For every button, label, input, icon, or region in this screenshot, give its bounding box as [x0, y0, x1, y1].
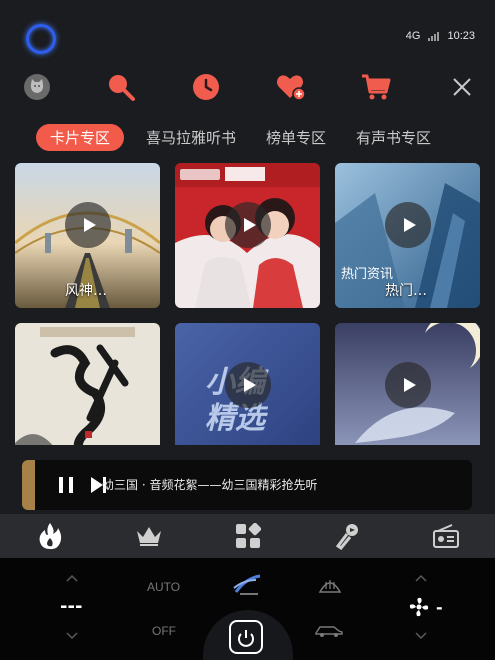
- close-button[interactable]: [445, 70, 479, 104]
- auto-button[interactable]: AUTO: [147, 580, 180, 594]
- power-icon: [238, 630, 254, 647]
- home-button[interactable]: [229, 620, 263, 654]
- fire-icon: [39, 523, 62, 550]
- card-item[interactable]: 热门资讯 热门…: [335, 163, 480, 308]
- off-button[interactable]: OFF: [152, 624, 176, 638]
- microphone-icon: [335, 524, 358, 550]
- cart-icon: [362, 74, 391, 100]
- left-temp-value: ---: [60, 596, 83, 617]
- fan-level-value: -: [436, 598, 443, 617]
- play-icon[interactable]: [384, 202, 431, 249]
- category-tabs: 卡片专区 喜马拉雅听书 榜单专区 有声书专区: [36, 123, 461, 151]
- now-playing-thumbnail[interactable]: [22, 460, 35, 510]
- windshield-defrost-icon[interactable]: [318, 576, 342, 594]
- nav-karaoke[interactable]: [332, 521, 362, 551]
- nav-apps[interactable]: [233, 521, 263, 551]
- clock: 10:23: [447, 30, 475, 42]
- nav-vip[interactable]: [134, 521, 164, 551]
- apps-grid-icon: [236, 523, 261, 548]
- avatar[interactable]: [24, 74, 50, 100]
- tab-ximalaya-audiobooks[interactable]: 喜马拉雅听书: [146, 127, 236, 148]
- fan-up-icon[interactable]: [415, 574, 427, 582]
- search-button[interactable]: [104, 70, 138, 104]
- tab-audiobook-zone[interactable]: 有声书专区: [356, 127, 431, 148]
- network-label: 4G: [405, 30, 421, 42]
- cat-avatar-icon: [30, 79, 44, 93]
- now-playing-title: 幼三国 · 音频花絮——幼三国精彩抢先听: [102, 478, 318, 492]
- nav-radio[interactable]: [431, 521, 461, 551]
- card-title: 风神…: [65, 283, 107, 299]
- card-title: 热门…: [385, 283, 427, 299]
- fan-icon: [409, 597, 429, 617]
- radio-icon: [433, 524, 459, 548]
- card-item[interactable]: [335, 323, 480, 445]
- pause-icon[interactable]: [59, 477, 73, 493]
- fan-down-icon[interactable]: [415, 632, 427, 640]
- play-icon[interactable]: [64, 202, 111, 249]
- card-item[interactable]: [175, 163, 320, 308]
- tab-rankings[interactable]: 榜单专区: [266, 127, 326, 148]
- card-item[interactable]: [15, 323, 160, 445]
- card-grid: 风神… 热门资讯 热门… 精选: [15, 163, 480, 445]
- play-icon[interactable]: [384, 362, 431, 409]
- signal-icon: [428, 31, 440, 41]
- tab-card-zone[interactable]: 卡片专区: [36, 123, 125, 151]
- play-icon[interactable]: [224, 362, 271, 409]
- car-recirculation-icon[interactable]: [314, 622, 344, 638]
- mini-player: 幼三国 · 音频花絮——幼三国精彩抢先听: [22, 460, 472, 510]
- temp-up-icon[interactable]: [66, 574, 78, 582]
- nav-hot[interactable]: [35, 521, 65, 551]
- climate-bar: --- AUTO OFF -: [0, 558, 495, 660]
- close-icon: [453, 78, 471, 96]
- voice-assistant-icon[interactable]: [26, 24, 56, 54]
- top-toolbar: [0, 70, 495, 106]
- heart-plus-icon: [277, 75, 306, 101]
- history-button[interactable]: [189, 70, 223, 104]
- search-icon: [109, 75, 135, 101]
- card-item[interactable]: 小编 精选: [175, 323, 320, 445]
- airflow-icon[interactable]: [232, 574, 264, 596]
- card-item[interactable]: 风神…: [15, 163, 160, 308]
- status-bar: 4G 10:23: [0, 0, 495, 60]
- bottom-nav: [0, 514, 495, 558]
- favorites-button[interactable]: [274, 70, 308, 104]
- play-icon[interactable]: [224, 202, 271, 249]
- cart-button[interactable]: [359, 70, 393, 104]
- clock-icon: [193, 74, 219, 100]
- temp-down-icon[interactable]: [66, 632, 78, 640]
- crown-icon: [137, 527, 161, 546]
